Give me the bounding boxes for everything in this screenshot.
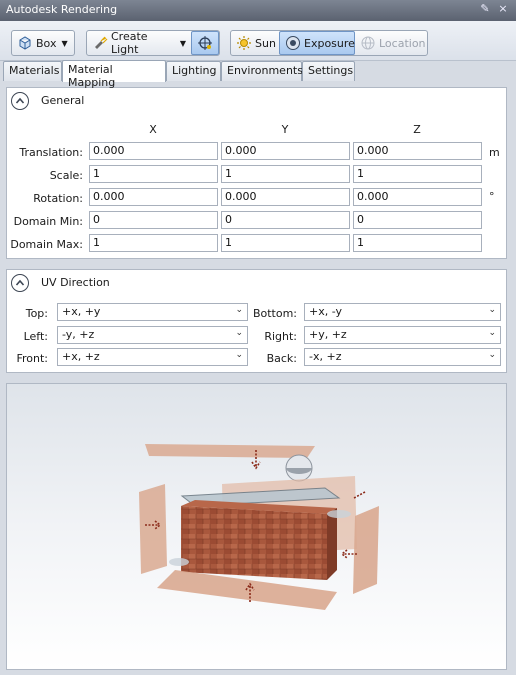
tab-material-mapping[interactable]: Material Mapping <box>62 60 166 89</box>
rotation-y-field[interactable]: 0.000 <box>221 188 350 206</box>
uv-bottom-select[interactable]: +x, -y ⌄ <box>304 303 501 321</box>
uv-back-value: -x, +z <box>309 350 342 363</box>
box-icon <box>17 35 33 51</box>
chevron-down-icon: ⌄ <box>488 328 496 338</box>
box-group: Box ▼ <box>11 30 75 56</box>
create-light-button[interactable]: Create Light ▼ <box>87 30 191 56</box>
toolbar: Box ▼ Create Light ▼ Sun Exposure Locati… <box>0 21 516 61</box>
uv-right-value: +y, +z <box>309 328 347 341</box>
rotation-label: Rotation: <box>33 192 83 205</box>
mapping-preview-scene <box>139 444 379 610</box>
uv-bottom-value: +x, -y <box>309 305 343 318</box>
light-group: Create Light ▼ <box>86 30 220 56</box>
uv-front-value: +x, +z <box>62 350 100 363</box>
rotation-x-field[interactable]: 0.000 <box>89 188 218 206</box>
right-mapping-plane <box>353 506 379 594</box>
collapse-up-icon[interactable] <box>11 92 29 110</box>
brick-front-face <box>181 506 327 580</box>
domain-min-z-field[interactable]: 0 <box>353 211 482 229</box>
exposure-label: Exposure <box>304 36 355 50</box>
uv-top-select[interactable]: +x, +y ⌄ <box>57 303 248 321</box>
domain-max-x-field[interactable]: 1 <box>89 234 218 252</box>
exposure-button[interactable]: Exposure <box>279 31 355 55</box>
chevron-down-icon: ⌄ <box>488 305 496 315</box>
uv-back-label: Back: <box>266 352 297 365</box>
translation-y-field[interactable]: 0.000 <box>221 142 350 160</box>
uv-top-value: +x, +y <box>62 305 101 318</box>
domain-min-x-field[interactable]: 0 <box>89 211 218 229</box>
tab-settings[interactable]: Settings <box>302 61 355 81</box>
domain-max-label: Domain Max: <box>10 238 83 251</box>
scale-z-field[interactable]: 1 <box>353 165 482 183</box>
chevron-down-icon: ▼ <box>61 38 68 48</box>
uv-left-select[interactable]: -y, +z ⌄ <box>57 326 248 344</box>
sun-group: Sun Exposure Location <box>230 30 428 56</box>
sun-label: Sun <box>255 36 276 50</box>
rotation-unit: ° <box>489 190 495 203</box>
uv-back-select[interactable]: -x, +z ⌄ <box>304 348 501 366</box>
box-label: Box <box>36 36 57 50</box>
uv-left-value: -y, +z <box>62 328 95 341</box>
location-button[interactable]: Location <box>355 31 426 55</box>
globe-icon <box>360 35 376 51</box>
column-y-label: Y <box>281 123 289 136</box>
rotation-z-field[interactable]: 0.000 <box>353 188 482 206</box>
arrow-left-icon <box>353 491 366 499</box>
tab-bar: Materials Material Mapping Lighting Envi… <box>0 60 516 89</box>
tab-materials[interactable]: Materials <box>3 61 62 81</box>
tab-environments[interactable]: Environments <box>221 61 303 81</box>
box-dropdown-button[interactable]: Box ▼ <box>12 31 73 55</box>
top-mapping-plane <box>145 444 315 458</box>
sun-icon <box>236 35 252 51</box>
uv-right-select[interactable]: +y, +z ⌄ <box>304 326 501 344</box>
column-z-label: Z <box>413 123 421 136</box>
mapping-preview-viewport[interactable] <box>6 383 507 670</box>
sun-button[interactable]: Sun <box>231 31 279 55</box>
domain-max-z-field[interactable]: 1 <box>353 234 482 252</box>
translation-x-field[interactable]: 0.000 <box>89 142 218 160</box>
brick-side-face <box>327 508 337 580</box>
scale-label: Scale: <box>49 169 83 182</box>
exposure-icon <box>285 35 301 51</box>
window-title: Autodesk Rendering <box>6 3 118 16</box>
flashlight-icon <box>92 35 108 51</box>
light-glyph-icon <box>197 35 213 51</box>
translation-unit: m <box>489 146 500 159</box>
close-icon[interactable]: × <box>496 2 510 16</box>
translation-label: Translation: <box>19 146 83 159</box>
general-title: General <box>41 94 85 107</box>
chevron-down-icon: ▼ <box>179 38 186 48</box>
uv-left-label: Left: <box>23 330 48 343</box>
uv-title: UV Direction <box>41 276 110 289</box>
domain-min-label: Domain Min: <box>13 215 83 228</box>
domain-min-y-field[interactable]: 0 <box>221 211 350 229</box>
uv-header: UV Direction <box>7 270 506 296</box>
tab-lighting[interactable]: Lighting <box>166 61 221 81</box>
light-glyphs-toggle[interactable] <box>191 31 219 55</box>
general-header: General <box>7 88 506 114</box>
collapse-up-icon[interactable] <box>11 274 29 292</box>
chevron-down-icon: ⌄ <box>488 350 496 360</box>
uv-front-label: Front: <box>16 352 48 365</box>
uv-front-select[interactable]: +x, +z ⌄ <box>57 348 248 366</box>
uv-direction-section: UV Direction Top: +x, +y ⌄ Bottom: +x, -… <box>6 269 507 373</box>
translation-z-field[interactable]: 0.000 <box>353 142 482 160</box>
domain-max-y-field[interactable]: 1 <box>221 234 350 252</box>
left-mapping-plane <box>139 484 167 574</box>
uv-bottom-label: Bottom: <box>252 307 297 320</box>
create-light-label: Create Light <box>111 30 148 56</box>
general-section: General X Y Z Translation: 0.000 0.000 0… <box>6 87 507 259</box>
uv-top-label: Top: <box>25 307 48 320</box>
uv-right-label: Right: <box>264 330 297 343</box>
window-titlebar: Autodesk Rendering ✎ × <box>0 0 516 21</box>
location-label: Location <box>379 36 426 50</box>
column-x-label: X <box>149 123 157 136</box>
scale-x-field[interactable]: 1 <box>89 165 218 183</box>
scale-y-field[interactable]: 1 <box>221 165 350 183</box>
pin-icon[interactable]: ✎ <box>478 2 492 16</box>
